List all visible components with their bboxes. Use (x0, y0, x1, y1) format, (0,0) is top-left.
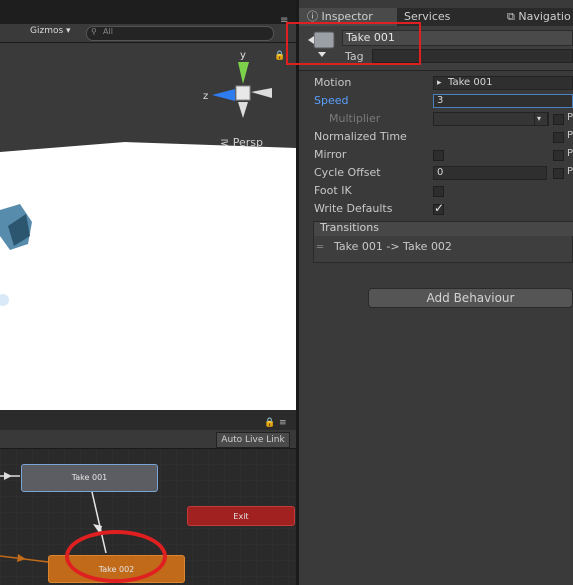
cycle-offset-field[interactable]: 0 (433, 166, 547, 180)
axis-x-arrow[interactable] (251, 88, 272, 98)
drag-handle-icon[interactable]: ═ (317, 242, 323, 253)
transitions-title: Transitions (320, 221, 379, 234)
tab-navigation-label: Navigatio (518, 10, 571, 23)
menu-icon[interactable]: ≡ (279, 418, 287, 428)
navigation-icon: ⧉ (507, 10, 515, 23)
lock-icon[interactable]: 🔒 (264, 418, 275, 428)
axis-z-label: z (203, 91, 208, 102)
persp-toggle[interactable]: ⋜ Persp (220, 136, 263, 149)
persp-label: Persp (232, 136, 263, 149)
motion-value: Take 001 (448, 77, 493, 88)
gizmos-dropdown[interactable]: Gizmos ▾ (30, 26, 71, 36)
auto-live-link-button[interactable]: Auto Live Link (216, 432, 290, 448)
multiplier-field[interactable] (433, 112, 549, 126)
multiplier-label: Multiplier (329, 112, 381, 125)
animator-topbar (0, 416, 296, 430)
axis-neg-y-arrow[interactable] (238, 102, 248, 118)
search-icon: ⚲ (91, 27, 97, 36)
motion-label: Motion (314, 76, 352, 89)
write-defaults-checkbox[interactable] (433, 201, 444, 215)
cycle-offset-param-checkbox[interactable] (553, 168, 564, 179)
mirror-label: Mirror (314, 148, 347, 161)
multiplier-param-checkbox[interactable] (553, 114, 564, 125)
axis-y-label: y (240, 50, 246, 61)
scene-search-input[interactable]: ⚲ All (86, 26, 274, 41)
scene-search-placeholder: All (103, 27, 113, 36)
tab-navigation[interactable]: ⧉ Navigatio (507, 8, 571, 26)
foot-ik-checkbox[interactable] (433, 186, 444, 197)
scene-tab-strip (0, 0, 296, 24)
persp-icon: ⋜ (220, 136, 230, 149)
normalized-time-param-checkbox[interactable] (553, 132, 564, 143)
mirror-checkbox[interactable] (433, 150, 444, 161)
annotation-rectangle (286, 22, 421, 65)
scene-orientation-gizmo[interactable]: y z (198, 48, 278, 120)
motion-field[interactable]: ▸ Take 001 (433, 76, 573, 90)
animation-clip-icon: ▸ (437, 78, 442, 88)
transition-item[interactable]: Take 001 -> Take 002 (334, 240, 452, 253)
param-letter: P (567, 112, 573, 123)
axis-y-arrow[interactable] (238, 62, 249, 84)
state-node-exit[interactable]: Exit (187, 506, 295, 526)
state-node-take-001[interactable]: Take 001 (21, 464, 158, 492)
param-letter: P (567, 130, 573, 141)
add-behaviour-button[interactable]: Add Behaviour (368, 288, 573, 308)
speed-label: Speed (314, 94, 349, 107)
speed-field[interactable]: 3 (433, 94, 573, 108)
annotation-ellipse (65, 530, 167, 583)
normalized-time-label: Normalized Time (314, 130, 407, 143)
axis-z-arrow[interactable] (212, 89, 235, 101)
foot-ik-label: Foot IK (314, 184, 352, 197)
param-letter: P (567, 166, 573, 177)
multiplier-dropdown[interactable]: ▾ (534, 112, 548, 126)
gizmo-center-cube[interactable] (235, 85, 251, 101)
param-letter: P (567, 148, 573, 159)
cycle-offset-label: Cycle Offset (314, 166, 381, 179)
write-defaults-label: Write Defaults (314, 202, 393, 215)
mirror-param-checkbox[interactable] (553, 150, 564, 161)
